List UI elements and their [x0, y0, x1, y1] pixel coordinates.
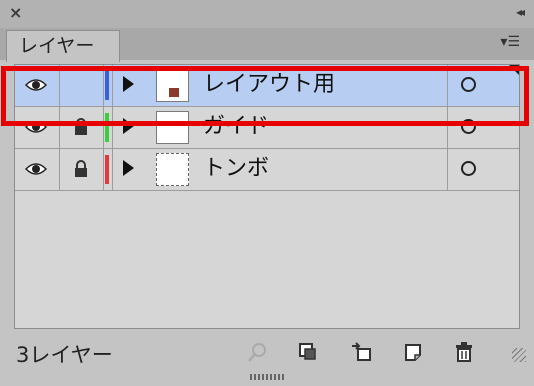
tab-layers[interactable]: レイヤー	[6, 30, 120, 62]
tab-bar: レイヤー ▾☰	[0, 28, 534, 62]
new-layer-icon[interactable]	[402, 341, 424, 363]
panel-titlebar: × ◂◂	[0, 0, 534, 29]
lock-toggle[interactable]	[59, 149, 104, 190]
layer-color-swatch	[105, 155, 109, 184]
clipping-mask-icon[interactable]	[297, 341, 319, 363]
panel-footer: 3レイヤー	[0, 334, 534, 374]
new-sublayer-icon[interactable]	[350, 341, 372, 363]
target-circle-icon[interactable]	[461, 161, 476, 176]
close-icon[interactable]: ×	[9, 4, 22, 22]
panel-menu-icon[interactable]: ▾☰	[500, 34, 520, 50]
trash-icon[interactable]	[453, 341, 475, 363]
panel-grip[interactable]	[250, 374, 286, 380]
lock-icon	[75, 160, 87, 177]
disclosure-triangle-icon[interactable]	[123, 160, 134, 176]
eye-icon	[25, 163, 47, 175]
layers-panel: × ◂◂ レイヤー ▾☰ レイアウト用 ガイド トンボ 3レイヤー	[0, 0, 534, 386]
layer-thumbnail	[156, 153, 189, 186]
layer-row[interactable]: トンボ	[15, 149, 519, 191]
layer-name[interactable]: トンボ	[203, 155, 269, 183]
highlight-box	[1, 66, 529, 126]
locate-object-icon[interactable]	[246, 341, 268, 363]
visibility-toggle[interactable]	[15, 149, 60, 190]
layer-count: 3レイヤー	[16, 343, 113, 367]
collapse-icon[interactable]: ◂◂	[516, 5, 525, 19]
resize-handle[interactable]	[512, 348, 526, 362]
